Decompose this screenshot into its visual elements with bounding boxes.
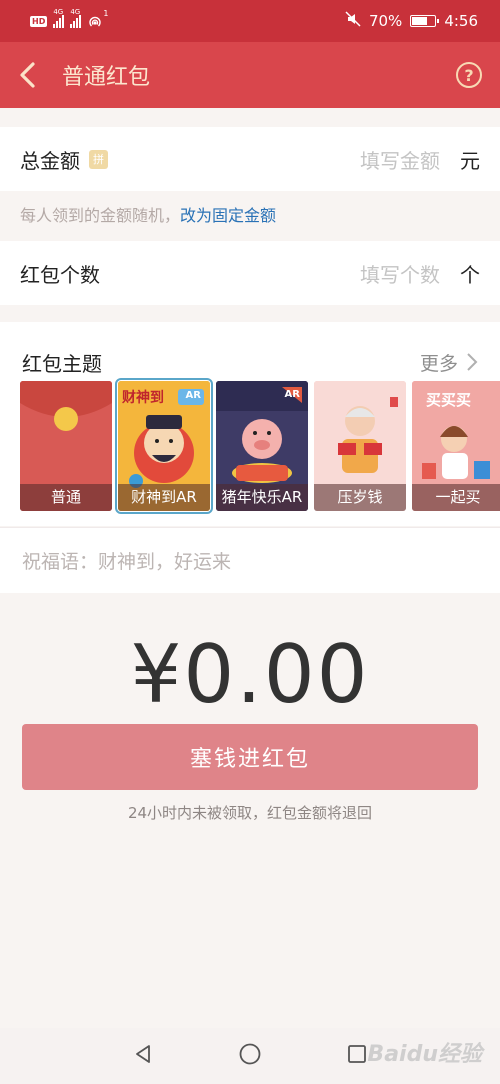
- theme-header: 红包主题 更多: [0, 322, 500, 384]
- amount-display: ¥0.00: [130, 628, 370, 721]
- nav-recent-icon[interactable]: [346, 1043, 368, 1069]
- card-label: 普通: [20, 484, 112, 511]
- ar-tag: AR: [185, 390, 201, 401]
- chevron-right-icon: [467, 353, 478, 371]
- random-amount-hint: 每人领到的金额随机，改为固定金额: [20, 202, 276, 226]
- total-amount-label: 总金额: [20, 148, 80, 173]
- clock: 4:56: [444, 12, 478, 30]
- put-money-button[interactable]: 塞钱进红包: [22, 724, 478, 790]
- mute-icon: [345, 11, 361, 31]
- card-label: 财神到AR: [118, 484, 210, 511]
- more-themes-link[interactable]: 更多: [420, 349, 478, 376]
- count-unit: 个: [460, 262, 480, 287]
- page-title: 普通红包: [62, 65, 151, 90]
- hd-badge: HD: [30, 15, 48, 27]
- battery-icon: [410, 15, 440, 27]
- refund-note: 24小时内未被领取，红包金额将退回: [127, 804, 373, 822]
- hotspot-icon: 1: [87, 9, 108, 29]
- theme-title: 红包主题: [22, 351, 102, 376]
- network-type-2: 4G: [70, 8, 81, 16]
- theme-panel: 红包主题 更多 普通 财神到 AR 财神到AR AR 猪年快乐AR 压岁钱 买买…: [0, 322, 500, 526]
- title-bar: 普通红包 ?: [0, 42, 500, 108]
- card-label: 一起买: [412, 484, 500, 511]
- back-icon[interactable]: [18, 55, 48, 95]
- signal-icon: 4G: [53, 8, 65, 28]
- battery-fill: [412, 17, 427, 25]
- maimai-text: 买买买: [426, 391, 472, 409]
- status-bar: HD 4G 4G 1 70% 4:56: [0, 0, 500, 42]
- battery-percent: 70%: [368, 12, 403, 30]
- blessing-input[interactable]: 祝福语：财神到，好运来: [0, 527, 500, 593]
- theme-cards: 普通 财神到 AR 财神到AR AR 猪年快乐AR 压岁钱 买买买 一起买: [20, 378, 500, 514]
- hint-text: 每人领到的金额随机，: [20, 206, 181, 225]
- theme-card-caishen[interactable]: 财神到 AR 财神到AR: [115, 378, 213, 514]
- nav-home-icon[interactable]: [238, 1042, 262, 1070]
- pin-badge[interactable]: 拼: [89, 149, 108, 169]
- count-input[interactable]: 填写个数: [360, 259, 440, 288]
- fixed-amount-link[interactable]: 改为固定金额: [180, 206, 276, 225]
- count-label: 红包个数: [20, 262, 100, 287]
- caishen-title: 财神到: [122, 390, 164, 406]
- ar-tag: AR: [284, 389, 300, 400]
- amount-input[interactable]: 填写金额: [360, 145, 440, 174]
- status-right: 70% 4:56: [345, 11, 478, 31]
- status-left: HD 4G 4G 1: [30, 8, 108, 29]
- watermark: Baidu经验: [367, 1042, 482, 1067]
- more-label: 更多: [419, 352, 458, 375]
- card-label: 压岁钱: [314, 484, 406, 511]
- amount-unit: 元: [460, 148, 480, 173]
- theme-card-lucky-money[interactable]: 压岁钱: [314, 381, 406, 511]
- network-type-1: 4G: [53, 8, 64, 16]
- hotspot-count: 1: [103, 9, 109, 18]
- card-label: 猪年快乐AR: [216, 484, 308, 511]
- total-amount-row: 总金额 拼 填写金额 元: [0, 127, 500, 191]
- signal-icon-2: 4G: [70, 8, 82, 28]
- count-row: 红包个数 填写个数 个: [0, 241, 500, 305]
- help-icon[interactable]: ?: [456, 62, 482, 88]
- nav-back-icon[interactable]: [132, 1043, 154, 1069]
- theme-card-pig-year[interactable]: AR 猪年快乐AR: [216, 381, 308, 511]
- theme-card-buy-together[interactable]: 买买买 一起买: [412, 381, 500, 511]
- theme-card-plain[interactable]: 普通: [20, 381, 112, 511]
